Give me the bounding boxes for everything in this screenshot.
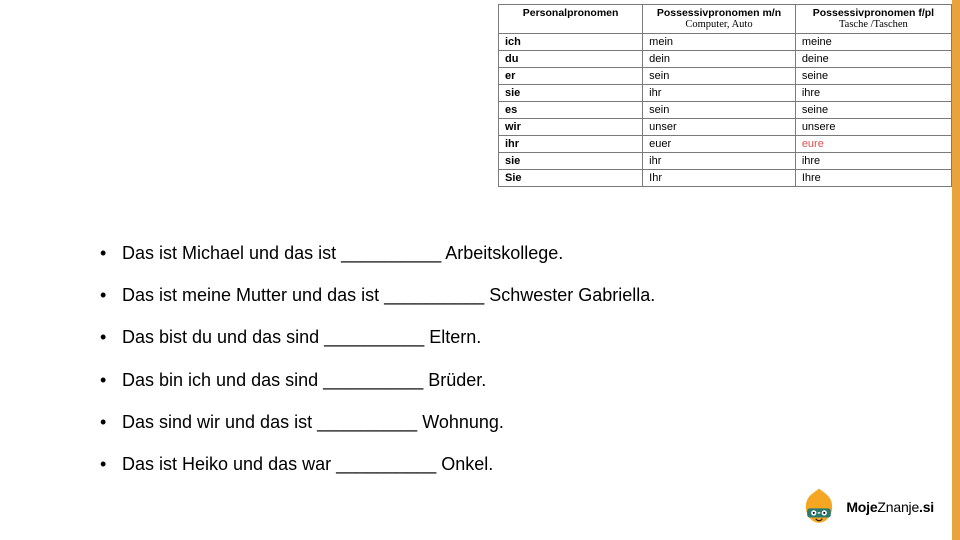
pronoun-table: Personalpronomen Possessivpronomen m/nCo… — [498, 4, 952, 187]
cell-personal: du — [499, 51, 643, 68]
list-item: Das ist Michael und das ist __________ A… — [100, 236, 820, 270]
cell-poss-mn: sein — [643, 102, 796, 119]
list-item: Das ist Heiko und das war __________ Onk… — [100, 447, 820, 481]
cell-personal: Sie — [499, 170, 643, 187]
th-poss-fpl-label: Possessivpronomen f/pl — [813, 7, 934, 19]
th-poss-mn-label: Possessivpronomen m/n — [657, 7, 781, 19]
table-row: SieIhrIhre — [499, 170, 952, 187]
brand-part1: Moje — [846, 499, 877, 515]
cell-poss-mn: ihr — [643, 153, 796, 170]
brand-logo: MojeZnanje.si — [798, 486, 934, 528]
table-row: erseinseine — [499, 68, 952, 85]
cell-poss-fpl: ihre — [795, 85, 951, 102]
th-personal-label: Personalpronomen — [523, 7, 619, 19]
th-poss-mn-sub: Computer, Auto — [649, 19, 789, 31]
brand-part2: Znanje — [877, 499, 919, 515]
cell-personal: sie — [499, 85, 643, 102]
cell-poss-fpl: eure — [795, 136, 951, 153]
cell-personal: es — [499, 102, 643, 119]
exercise-list: Das ist Michael und das ist __________ A… — [100, 236, 820, 489]
cell-poss-mn: unser — [643, 119, 796, 136]
table-row: sieihrihre — [499, 85, 952, 102]
accent-stripe — [952, 0, 960, 540]
cell-poss-mn: Ihr — [643, 170, 796, 187]
cell-personal: ich — [499, 34, 643, 51]
cell-personal: er — [499, 68, 643, 85]
cell-poss-fpl: deine — [795, 51, 951, 68]
th-poss-fpl-sub: Tasche /Taschen — [802, 19, 945, 31]
cell-poss-mn: sein — [643, 68, 796, 85]
cell-poss-mn: mein — [643, 34, 796, 51]
table: Personalpronomen Possessivpronomen m/nCo… — [498, 4, 952, 187]
list-item: Das ist meine Mutter und das ist _______… — [100, 278, 820, 312]
list-item: Das sind wir und das ist __________ Wohn… — [100, 405, 820, 439]
cell-personal: ihr — [499, 136, 643, 153]
cell-personal: wir — [499, 119, 643, 136]
cell-poss-mn: dein — [643, 51, 796, 68]
brand-part3: .si — [919, 499, 934, 515]
list-item: Das bin ich und das sind __________ Brüd… — [100, 363, 820, 397]
cell-poss-fpl: unsere — [795, 119, 951, 136]
mascot-icon — [798, 486, 840, 528]
th-personal: Personalpronomen — [499, 5, 643, 34]
cell-poss-fpl: meine — [795, 34, 951, 51]
table-row: ihreuereure — [499, 136, 952, 153]
table-row: esseinseine — [499, 102, 952, 119]
table-row: wirunserunsere — [499, 119, 952, 136]
cell-poss-fpl: seine — [795, 68, 951, 85]
list-item: Das bist du und das sind __________ Elte… — [100, 320, 820, 354]
th-poss-mn: Possessivpronomen m/nComputer, Auto — [643, 5, 796, 34]
table-row: sieihrihre — [499, 153, 952, 170]
cell-poss-mn: euer — [643, 136, 796, 153]
table-header-row: Personalpronomen Possessivpronomen m/nCo… — [499, 5, 952, 34]
th-poss-fpl: Possessivpronomen f/plTasche /Taschen — [795, 5, 951, 34]
cell-poss-fpl: ihre — [795, 153, 951, 170]
cell-poss-fpl: seine — [795, 102, 951, 119]
cell-poss-fpl: Ihre — [795, 170, 951, 187]
cell-poss-mn: ihr — [643, 85, 796, 102]
table-row: ichmeinmeine — [499, 34, 952, 51]
brand-text: MojeZnanje.si — [846, 499, 934, 515]
cell-personal: sie — [499, 153, 643, 170]
table-row: dudeindeine — [499, 51, 952, 68]
